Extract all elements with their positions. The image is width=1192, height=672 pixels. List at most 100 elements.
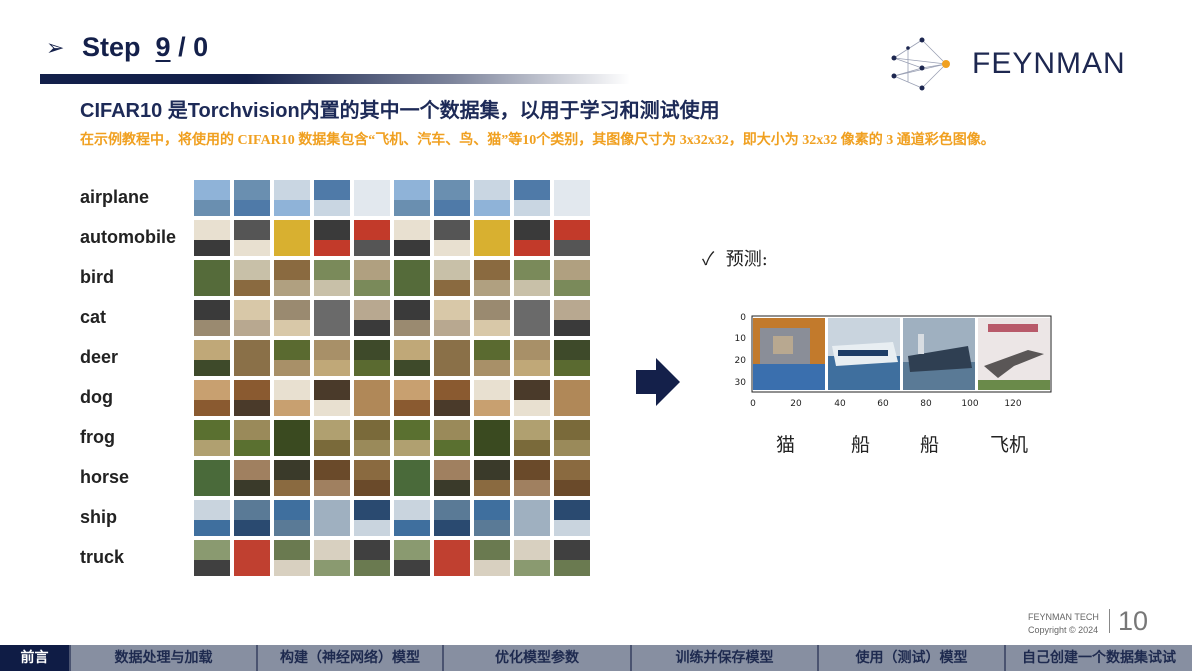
nav-item-use-test[interactable]: 使用（测试）模型 [819,645,1006,671]
sample-thumbnail [314,460,350,496]
thumbnail-subject [314,319,350,336]
sample-thumbnail [234,300,270,336]
thumbnail-subject [274,279,310,296]
sample-thumbnail [234,540,270,576]
nav-item-build-model[interactable]: 构建（神经网络）模型 [258,645,444,671]
thumbnail-subject [274,479,310,496]
thumbnail-subject [354,319,390,336]
thumbnail-subject [554,199,590,216]
sample-thumbnail [434,460,470,496]
sample-thumbnail [514,220,550,256]
thumbnail-subject [354,199,390,216]
thumbnail-subject [194,479,230,496]
thumbnail-subject [514,519,550,536]
sample-thumbnail [514,260,550,296]
class-label-deer: deer [80,347,119,367]
nav-item-custom-dataset[interactable]: 自己创建一个数据集试试 [1006,645,1192,671]
thumbnail-subject [274,359,310,376]
sample-thumbnail [474,180,510,216]
thumbnail-subject [434,359,470,376]
x-tick: 0 [750,399,756,409]
sample-thumbnail [194,300,230,336]
thumbnail-subject [514,399,550,416]
sample-thumbnail [354,220,390,256]
thumbnail-subject [274,439,310,456]
sample-thumbnail [394,220,430,256]
sample-thumbnail [554,180,590,216]
class-label-airplane: airplane [80,187,150,207]
sample-thumbnail [234,220,270,256]
sample-thumbnail [474,260,510,296]
thumbnail-subject [194,559,230,576]
sample-thumbnail [514,540,550,576]
sample-thumbnail [394,540,430,576]
sample-thumbnail [274,300,310,336]
nav-item-optimize[interactable]: 优化模型参数 [444,645,632,671]
sample-thumbnail [514,460,550,496]
pred-image-airplane [978,318,1050,390]
sample-thumbnail [434,380,470,416]
sample-thumbnail [434,180,470,216]
pred-image-cat [753,318,825,390]
sample-thumbnail [194,540,230,576]
sample-thumbnail [234,420,270,456]
sample-thumbnail [354,500,390,536]
sample-thumbnail [434,540,470,576]
sample-thumbnail [514,380,550,416]
sample-thumbnail [434,220,470,256]
nav-item-train-save[interactable]: 训练并保存模型 [632,645,819,671]
y-tick: 0 [740,313,746,323]
thumbnail-subject [354,399,390,416]
sample-thumbnail [554,340,590,376]
thumbnail-subject [234,519,270,536]
bottom-nav: 前言 数据处理与加载 构建（神经网络）模型 优化模型参数 训练并保存模型 使用（… [0,645,1192,671]
sample-thumbnail [274,180,310,216]
sample-thumbnail [394,180,430,216]
thumbnail-subject [274,399,310,416]
sample-thumbnail [394,460,430,496]
step-total: 0 [193,32,209,62]
thumbnail-subject [554,439,590,456]
thumbnail-subject [434,399,470,416]
thumbnail-subject [474,399,510,416]
sample-thumbnail [194,180,230,216]
logo-text: FEYNMAN [972,47,1126,80]
class-label-dog: dog [80,387,113,407]
thumbnail-subject [514,319,550,336]
sample-thumbnail [194,380,230,416]
y-tick: 30 [735,378,747,388]
sample-thumbnail [354,180,390,216]
thumbnail-subject [194,319,230,336]
pred-word-2: 船 [851,434,871,456]
x-tick: 120 [1004,399,1021,409]
thumbnail-subject [394,559,430,576]
sample-thumbnail [194,500,230,536]
sample-thumbnail [554,260,590,296]
nav-item-preface[interactable]: 前言 [0,645,71,671]
sample-thumbnail [394,300,430,336]
slide-title: CIFAR10 是Torchvision内置的其中一个数据集，以用于学习和测试使… [80,100,720,122]
sample-thumbnail [394,340,430,376]
thumbnail-subject [434,439,470,456]
thumbnail-subject [394,199,430,216]
page-number: 10 [1118,606,1149,636]
thumbnail-subject [194,399,230,416]
thumbnail-subject [554,519,590,536]
sample-thumbnail [474,420,510,456]
thumbnail-subject [394,359,430,376]
sample-thumbnail [194,420,230,456]
thumbnail-subject [234,199,270,216]
sample-thumbnail [274,340,310,376]
thumbnail-subject [514,279,550,296]
nav-item-data-loading[interactable]: 数据处理与加载 [71,645,258,671]
thumbnail-subject [314,479,350,496]
sample-thumbnail [514,340,550,376]
thumbnail-subject [314,279,350,296]
header-gradient-bar [40,74,630,84]
class-label-automobile: automobile [80,227,177,247]
sample-thumbnail [314,420,350,456]
class-label-ship: ship [80,507,118,527]
thumbnail-subject [194,239,230,256]
thumbnail-subject [554,279,590,296]
prediction-label-text: 预测: [725,249,768,270]
